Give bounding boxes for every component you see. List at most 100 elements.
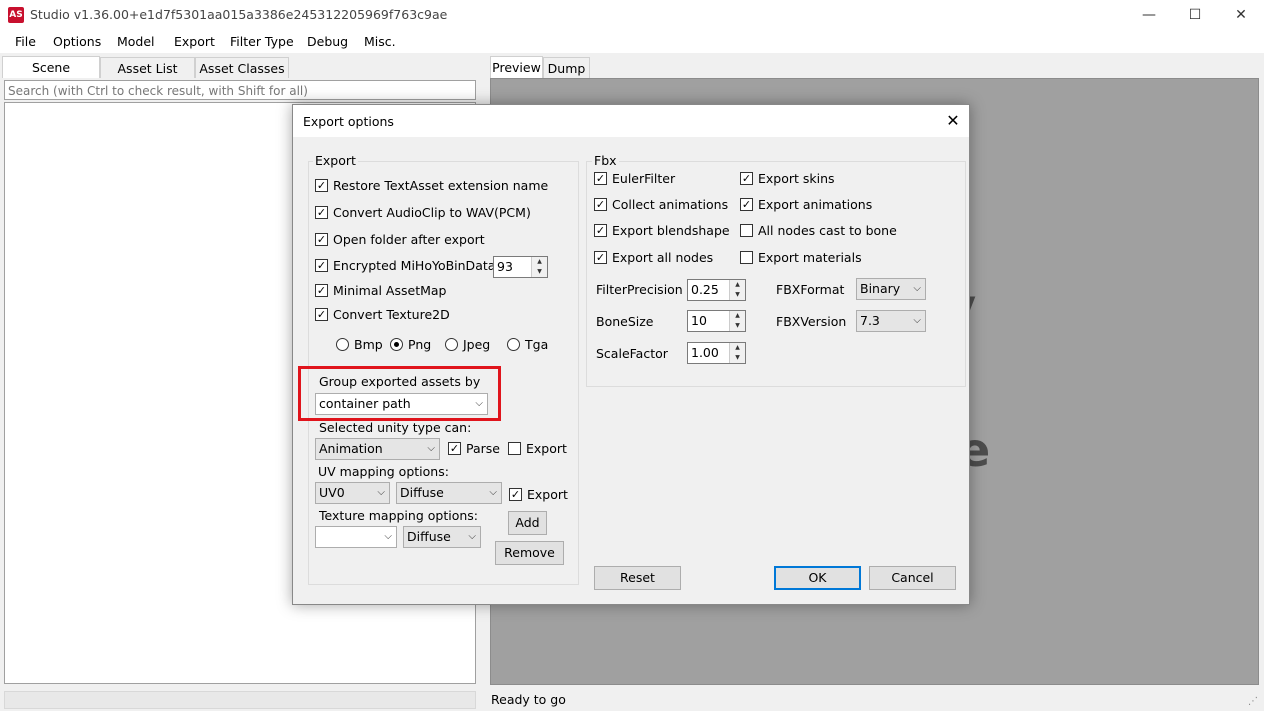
bone-size-label: BoneSize xyxy=(596,314,654,329)
menu-options[interactable]: Options xyxy=(53,34,101,49)
resize-grip-icon[interactable]: ⋰ xyxy=(1248,696,1258,707)
export-blendshape-checkbox[interactable]: ✓ xyxy=(594,224,607,237)
tab-asset-list[interactable]: Asset List xyxy=(100,57,195,78)
reset-button[interactable]: Reset xyxy=(594,566,681,590)
export-materials-label: Export materials xyxy=(758,250,862,265)
export-all-nodes-label: Export all nodes xyxy=(612,250,714,265)
fbx-version-label: FBXVersion xyxy=(776,314,847,329)
texture-map-type-dropdown[interactable]: Diffuse ⌵ xyxy=(403,526,481,548)
minimize-button[interactable]: — xyxy=(1126,0,1172,30)
radio-bmp[interactable] xyxy=(336,338,349,351)
texture-map-type-value: Diffuse xyxy=(407,529,451,544)
status-bar xyxy=(487,688,1264,711)
tab-asset-classes[interactable]: Asset Classes xyxy=(195,57,289,78)
radio-jpeg[interactable] xyxy=(445,338,458,351)
mihoyo-value-stepper[interactable]: 93 ▲ ▼ xyxy=(493,256,548,278)
eulerfilter-checkbox[interactable]: ✓ xyxy=(594,172,607,185)
uv-export-label: Export xyxy=(527,487,568,502)
uv-texture-dropdown[interactable]: Diffuse ⌵ xyxy=(396,482,502,504)
encrypted-mihoyo-label: Encrypted MiHoYoBinData xyxy=(333,258,496,273)
stepper-down-icon[interactable]: ▼ xyxy=(730,290,745,300)
ok-button[interactable]: OK xyxy=(774,566,861,590)
chevron-down-icon: ⌵ xyxy=(489,487,497,498)
convert-audioclip-label: Convert AudioClip to WAV(PCM) xyxy=(333,205,531,220)
encrypted-mihoyo-checkbox[interactable]: ✓ xyxy=(315,259,328,272)
highlight-box xyxy=(298,366,501,421)
fbx-format-label: FBXFormat xyxy=(776,282,845,297)
uv-dropdown[interactable]: UV0 ⌵ xyxy=(315,482,390,504)
app-icon: AS xyxy=(8,7,24,23)
type-export-label: Export xyxy=(526,441,567,456)
remove-button[interactable]: Remove xyxy=(495,541,564,565)
dialog-close-icon[interactable]: ✕ xyxy=(941,111,965,131)
open-folder-checkbox[interactable]: ✓ xyxy=(315,233,328,246)
fbx-format-value: Binary xyxy=(860,281,901,296)
export-materials-checkbox[interactable] xyxy=(740,251,753,264)
menu-export[interactable]: Export xyxy=(174,34,215,49)
fbx-group-title: Fbx xyxy=(592,153,619,168)
bone-size-stepper[interactable]: 10 ▲ ▼ xyxy=(687,310,746,332)
export-animations-label: Export animations xyxy=(758,197,873,212)
menu-file[interactable]: File xyxy=(15,34,36,49)
convert-audioclip-checkbox[interactable]: ✓ xyxy=(315,206,328,219)
fbx-version-dropdown[interactable]: 7.3 ⌵ xyxy=(856,310,926,332)
window-title: Studio v1.36.00+e1d7f5301aa015a3386e2453… xyxy=(30,7,448,22)
status-text: Ready to go xyxy=(491,692,566,707)
unity-type-dropdown[interactable]: Animation ⌵ xyxy=(315,438,440,460)
export-skins-checkbox[interactable]: ✓ xyxy=(740,172,753,185)
open-folder-label: Open folder after export xyxy=(333,232,485,247)
parse-label: Parse xyxy=(466,441,500,456)
collect-animations-checkbox[interactable]: ✓ xyxy=(594,198,607,211)
cancel-button[interactable]: Cancel xyxy=(869,566,956,590)
fbx-version-value: 7.3 xyxy=(860,313,880,328)
stepper-down-icon[interactable]: ▼ xyxy=(730,321,745,331)
minimal-assetmap-checkbox[interactable]: ✓ xyxy=(315,284,328,297)
collect-animations-label: Collect animations xyxy=(612,197,729,212)
all-nodes-bone-label: All nodes cast to bone xyxy=(758,223,897,238)
maximize-button[interactable]: ☐ xyxy=(1172,0,1218,30)
selected-type-label: Selected unity type can: xyxy=(319,420,472,435)
scale-factor-stepper[interactable]: 1.00 ▲ ▼ xyxy=(687,342,746,364)
chevron-down-icon: ⌵ xyxy=(468,531,476,542)
all-nodes-bone-checkbox[interactable] xyxy=(740,224,753,237)
search-input[interactable]: Search (with Ctrl to check result, with … xyxy=(4,80,476,100)
unity-type-value: Animation xyxy=(319,441,383,456)
export-animations-checkbox[interactable]: ✓ xyxy=(740,198,753,211)
restore-textasset-checkbox[interactable]: ✓ xyxy=(315,179,328,192)
parse-checkbox[interactable]: ✓ xyxy=(448,442,461,455)
menu-misc[interactable]: Misc. xyxy=(364,34,396,49)
menu-debug[interactable]: Debug xyxy=(307,34,348,49)
radio-tga[interactable] xyxy=(507,338,520,351)
uv-mapping-label: UV mapping options: xyxy=(318,464,449,479)
radio-jpeg-label: Jpeg xyxy=(463,337,491,352)
chevron-down-icon: ⌵ xyxy=(427,443,435,454)
fbx-format-dropdown[interactable]: Binary ⌵ xyxy=(856,278,926,300)
add-button[interactable]: Add xyxy=(508,511,547,535)
stepper-down-icon[interactable]: ▼ xyxy=(532,267,547,277)
tab-dump[interactable]: Dump xyxy=(543,57,590,78)
close-window-button[interactable]: ✕ xyxy=(1218,0,1264,30)
tab-scene-hierarchy[interactable]: Scene Hierarchy xyxy=(2,56,100,97)
stepper-down-icon[interactable]: ▼ xyxy=(730,353,745,363)
uv-export-checkbox[interactable]: ✓ xyxy=(509,488,522,501)
menu-filter-type[interactable]: Filter Type xyxy=(230,34,294,49)
chevron-down-icon: ⌵ xyxy=(377,487,385,498)
eulerfilter-label: EulerFilter xyxy=(612,171,676,186)
horizontal-scrollbar[interactable] xyxy=(4,691,476,709)
menu-model[interactable]: Model xyxy=(117,34,155,49)
scale-factor-label: ScaleFactor xyxy=(596,346,668,361)
bone-size-value: 10 xyxy=(691,313,707,328)
convert-texture2d-checkbox[interactable]: ✓ xyxy=(315,308,328,321)
export-group-title: Export xyxy=(313,153,358,168)
chevron-down-icon: ⌵ xyxy=(913,283,921,294)
export-all-nodes-checkbox[interactable]: ✓ xyxy=(594,251,607,264)
texture-mapping-label: Texture mapping options: xyxy=(319,508,478,523)
radio-bmp-label: Bmp xyxy=(354,337,383,352)
texture-map-dropdown[interactable]: ⌵ xyxy=(315,526,397,548)
export-skins-label: Export skins xyxy=(758,171,835,186)
type-export-checkbox[interactable] xyxy=(508,442,521,455)
tab-preview[interactable]: Preview xyxy=(490,56,543,78)
filter-precision-stepper[interactable]: 0.25 ▲ ▼ xyxy=(687,279,746,301)
radio-png[interactable] xyxy=(390,338,403,351)
restore-textasset-label: Restore TextAsset extension name xyxy=(333,178,549,193)
